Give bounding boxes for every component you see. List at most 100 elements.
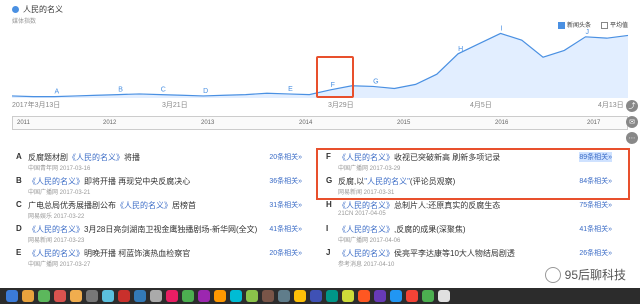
news-related-link[interactable]: 41条相关»	[579, 224, 612, 234]
news-meta: 中国广播网 2017-03-27	[28, 262, 91, 268]
news-item[interactable]: H 《人民的名义》总制片人:还原真实的反腐生态 21CN 2017-04-05 75条…	[322, 198, 612, 222]
chart-marker-b: B	[118, 87, 123, 94]
timeline-year: 2012	[103, 120, 117, 126]
dock-app-icon[interactable]	[70, 290, 82, 302]
news-meta: 中国广播网 2017-04-06	[338, 238, 401, 244]
news-item[interactable]: B 《人民的名义》即将开播 再现党中央反腐决心中国广播网 2017-03-21 36…	[12, 174, 302, 198]
timeline-year: 2011	[17, 120, 30, 126]
chart-marker-i: I	[501, 25, 503, 32]
news-item[interactable]: C 广电总局优秀展播剧公布《人民的名义》居榜首网易娱乐 2017-03-22 31条…	[12, 198, 302, 222]
date-axis: 2017年3月13日 3月21日 3月29日 4月5日 4月13日	[0, 100, 640, 112]
dock-app-icon[interactable]	[310, 290, 322, 302]
news-related-link[interactable]: 41条相关»	[269, 224, 302, 234]
dock-app-icon[interactable]	[118, 290, 130, 302]
news-letter: E	[16, 248, 22, 257]
date-tick: 3月29日	[328, 102, 354, 109]
date-tick: 4月13日	[598, 102, 624, 109]
comment-icon[interactable]: ✉	[626, 116, 638, 128]
dock-app-icon[interactable]	[102, 290, 114, 302]
dock-app-icon[interactable]	[214, 290, 226, 302]
dock-app-icon[interactable]	[278, 290, 290, 302]
annotation-box-list	[316, 148, 630, 200]
news-related-link[interactable]: 31条相关»	[269, 200, 302, 210]
timeline-scroller[interactable]: 2011 2012 2013 2014 2015 2016 2017	[12, 116, 628, 130]
dock-app-icon[interactable]	[342, 290, 354, 302]
dock-app-icon[interactable]	[6, 290, 18, 302]
chart-marker-e: E	[288, 86, 293, 93]
news-related-link[interactable]: 26条相关»	[579, 248, 612, 258]
dock-app-icon[interactable]	[86, 290, 98, 302]
dock-app-icon[interactable]	[294, 290, 306, 302]
news-letter: B	[16, 176, 22, 185]
date-tick: 3月21日	[162, 102, 188, 109]
dock-app-icon[interactable]	[438, 290, 450, 302]
dock-app-icon[interactable]	[150, 290, 162, 302]
annotation-box-f	[316, 56, 354, 98]
news-related-link[interactable]: 36条相关»	[269, 176, 302, 186]
news-title[interactable]: 《人民的名义》,反腐的成果(深聚焦)	[338, 224, 466, 235]
news-title[interactable]: 《人民的名义》总制片人:还原真实的反腐生态	[338, 200, 500, 211]
dock-app-icon[interactable]	[374, 290, 386, 302]
dock-app-icon[interactable]	[262, 290, 274, 302]
dock-app-icon[interactable]	[38, 290, 50, 302]
news-letter: H	[326, 200, 332, 209]
news-item[interactable]: I 《人民的名义》,反腐的成果(深聚焦) 中国广播网 2017-04-06 41条相关…	[322, 222, 612, 246]
date-tick: 4月5日	[470, 102, 492, 109]
news-title[interactable]: 反腐题材剧《人民的名义》将播	[28, 152, 140, 163]
news-meta: 21CN 2017-04-05	[338, 211, 386, 217]
news-item[interactable]: D 《人民的名义》3月28日亮剑湖南卫视金鹰独播剧场-新华网(全文) 网易新闻 20…	[12, 222, 302, 246]
news-column-left: A 反腐题材剧《人民的名义》将播中国青年网 2017-03-16 20条相关» B 《人…	[12, 150, 302, 270]
news-title[interactable]: 《人民的名义》即将开播 再现党中央反腐决心	[28, 176, 190, 187]
news-letter: C	[16, 200, 22, 209]
macos-dock	[0, 288, 640, 304]
dock-app-icon[interactable]	[358, 290, 370, 302]
news-title[interactable]: 《人民的名义》侯亮平李达康等10大人物结局剧透	[338, 248, 515, 259]
dock-app-icon[interactable]	[22, 290, 34, 302]
share-icon[interactable]: ⤴	[626, 100, 638, 112]
timeline-year: 2015	[397, 120, 411, 126]
chart-marker-h: H	[458, 46, 463, 53]
news-title[interactable]: 《人民的名义》明晚开播 柯蓝饰演热血检察官	[28, 248, 190, 259]
dock-app-icon[interactable]	[134, 290, 146, 302]
dock-app-icon[interactable]	[54, 290, 66, 302]
side-tools: ⤴ ✉ ⋯	[626, 100, 638, 144]
news-related-link[interactable]: 75条相关»	[579, 200, 612, 210]
news-meta: 中国广播网 2017-03-21	[28, 190, 91, 196]
news-meta: 参考消息 2017-04-10	[338, 262, 395, 268]
news-letter: A	[16, 152, 22, 161]
watermark: 95后聊科技	[544, 266, 626, 283]
chart-marker-d: D	[203, 88, 208, 95]
dock-app-icon[interactable]	[182, 290, 194, 302]
more-icon[interactable]: ⋯	[626, 132, 638, 144]
news-title[interactable]: 《人民的名义》3月28日亮剑湖南卫视金鹰独播剧场-新华网(全文)	[28, 224, 257, 235]
news-item[interactable]: E 《人民的名义》明晚开播 柯蓝饰演热血检察官中国广播网 2017-03-27 20…	[12, 246, 302, 270]
news-item[interactable]: A 反腐题材剧《人民的名义》将播中国青年网 2017-03-16 20条相关»	[12, 150, 302, 174]
dock-app-icon[interactable]	[406, 290, 418, 302]
chart-marker-c: C	[161, 87, 166, 94]
news-meta: 网易娱乐 2017-03-22	[28, 214, 85, 220]
chart-marker-a: A	[54, 89, 59, 96]
dock-app-icon[interactable]	[422, 290, 434, 302]
news-title[interactable]: 广电总局优秀展播剧公布《人民的名义》居榜首	[28, 200, 196, 211]
timeline-year: 2017	[587, 120, 601, 126]
wechat-logo-icon	[544, 266, 561, 283]
dock-app-icon[interactable]	[390, 290, 402, 302]
news-meta: 中国青年网 2017-03-16	[28, 166, 91, 172]
date-tick: 2017年3月13日	[12, 102, 61, 109]
news-letter: J	[326, 248, 331, 257]
dock-app-icon[interactable]	[166, 290, 178, 302]
timeline-year: 2014	[299, 120, 313, 126]
chart-marker-g: G	[373, 78, 378, 85]
news-related-link[interactable]: 20条相关»	[269, 248, 302, 258]
news-related-link[interactable]: 20条相关»	[269, 152, 302, 162]
dock-app-icon[interactable]	[326, 290, 338, 302]
watermark-text: 95后聊科技	[564, 268, 626, 282]
timeline-year: 2013	[201, 120, 215, 126]
news-meta: 网易新闻 2017-03-23	[28, 238, 85, 244]
dock-app-icon[interactable]	[198, 290, 210, 302]
dock-app-icon[interactable]	[230, 290, 242, 302]
news-letter: D	[16, 224, 22, 233]
dock-app-icon[interactable]	[246, 290, 258, 302]
news-letter: I	[326, 224, 329, 233]
timeline-year: 2016	[495, 120, 509, 126]
